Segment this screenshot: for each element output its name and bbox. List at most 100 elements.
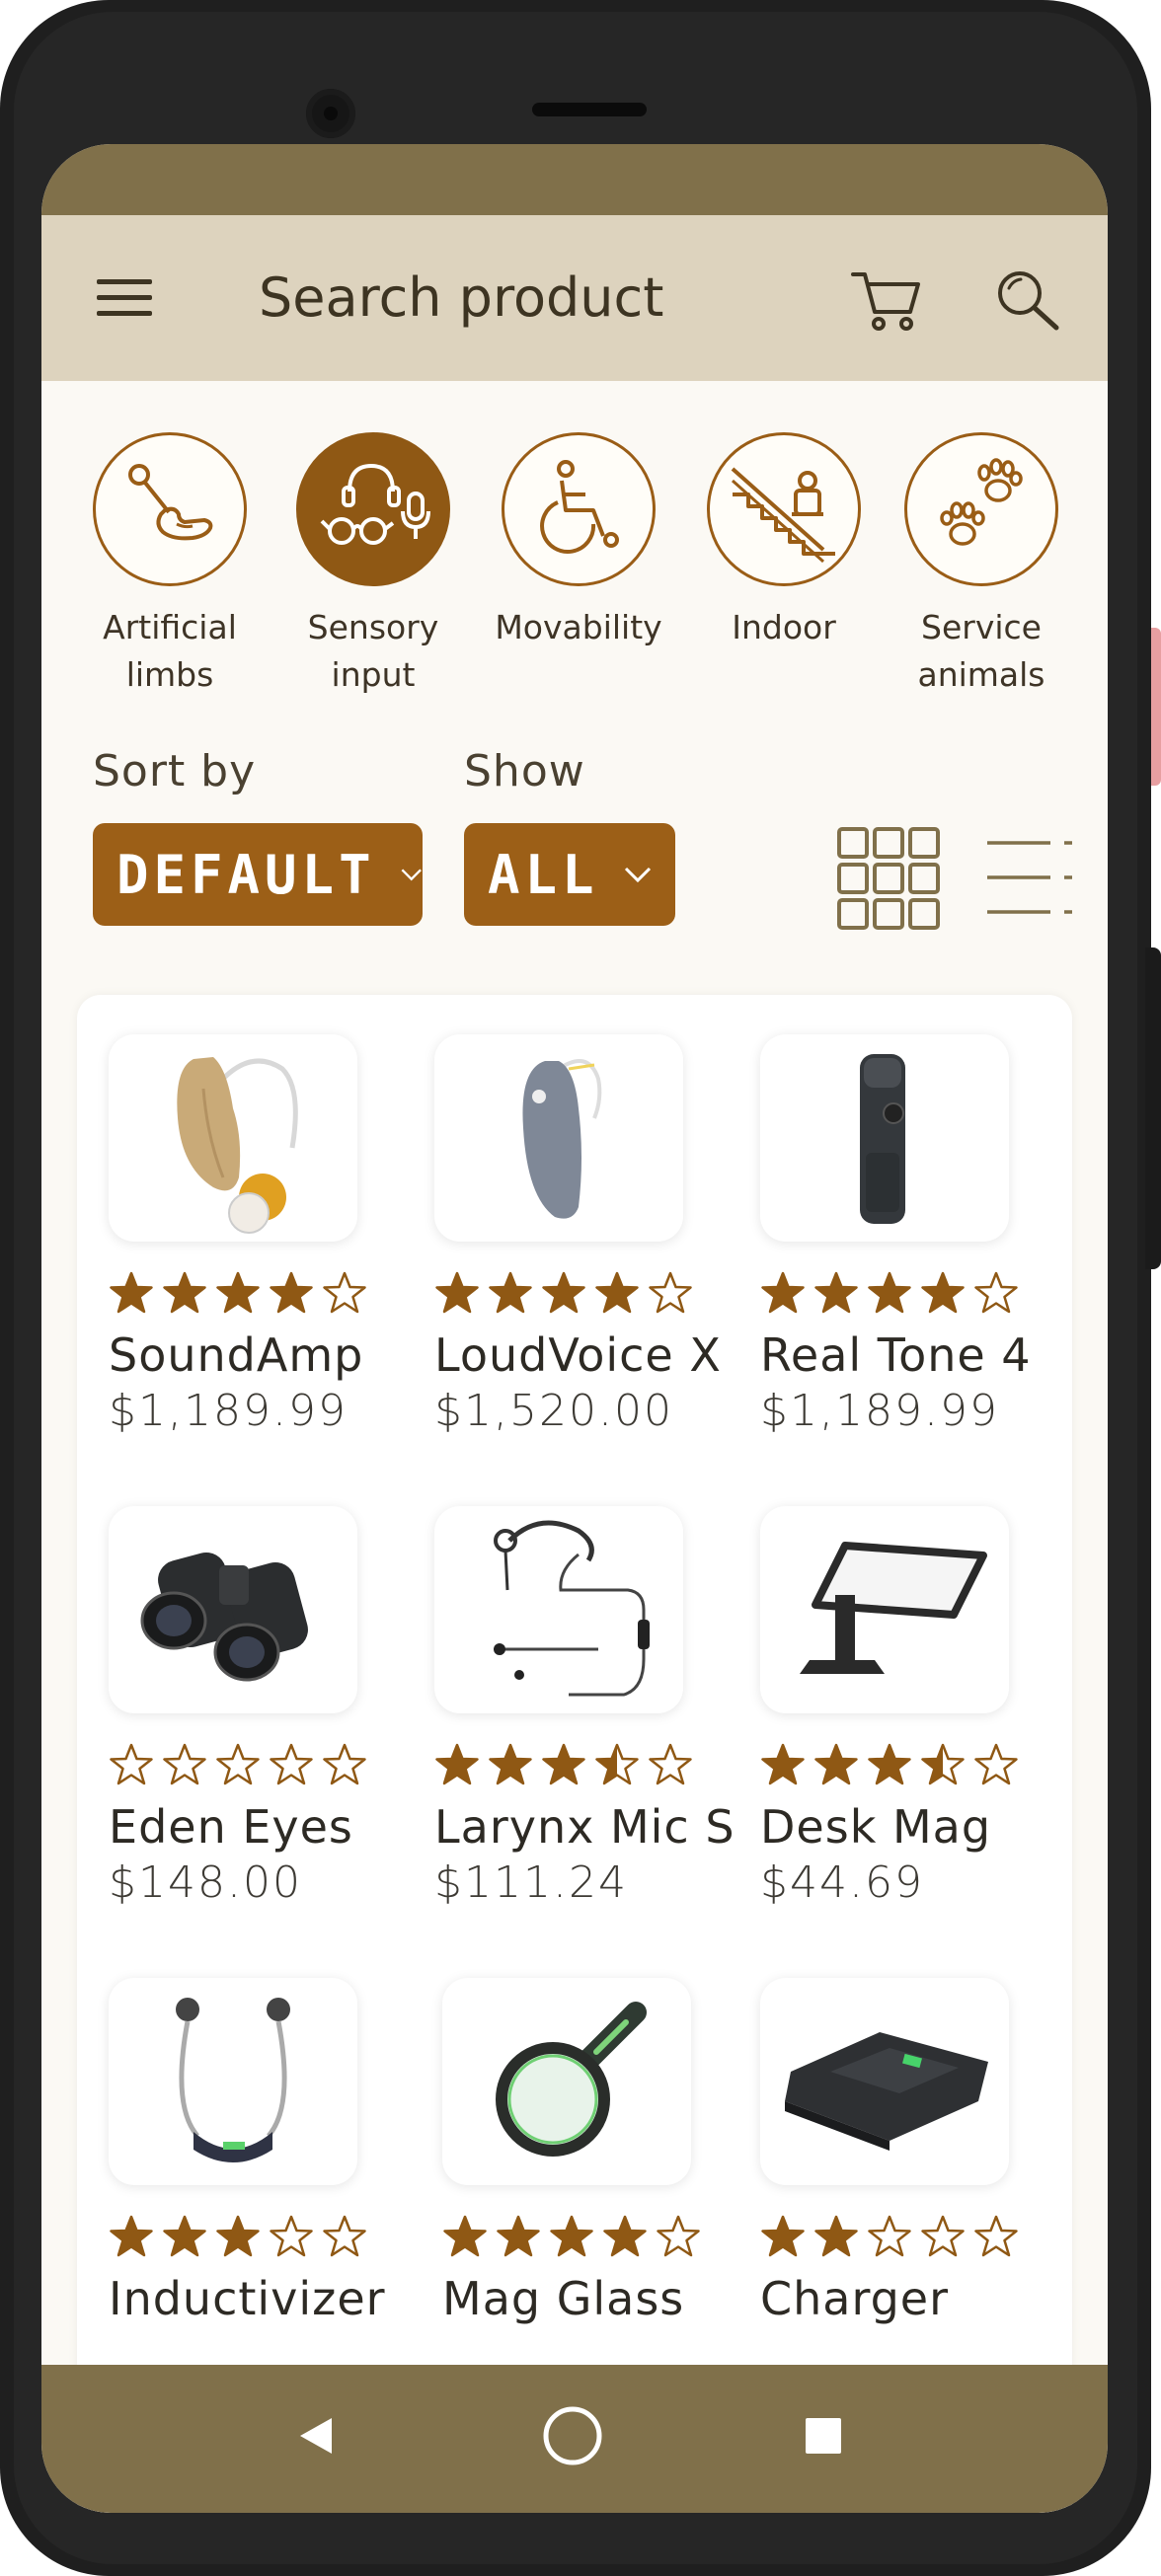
product-tile[interactable]: LoudVoice X $1,520.00 [434, 1034, 750, 1436]
product-name: Inductivizer [109, 2272, 386, 2325]
category-circle [707, 432, 861, 586]
star-empty-icon [649, 1271, 692, 1314]
star-filled-icon [163, 1271, 206, 1314]
rating-stars [109, 2215, 425, 2258]
star-filled-icon [110, 2215, 153, 2257]
stairlift-icon [731, 467, 835, 564]
star-filled-icon [435, 1743, 479, 1785]
star-empty-icon [323, 1271, 366, 1314]
star-filled-icon [542, 1271, 585, 1314]
hearing-aid-beige-icon [177, 1057, 298, 1234]
power-button [1151, 628, 1161, 786]
star-filled-icon [489, 1743, 532, 1785]
wheelchair-icon [540, 460, 619, 554]
product-name: Charger [760, 2272, 949, 2325]
grid-view-icon[interactable] [837, 827, 940, 930]
product-image [109, 1034, 357, 1242]
category-label: Movability [495, 608, 662, 646]
sort-dropdown[interactable]: DEFAULT [93, 823, 423, 926]
category-indoor[interactable]: Indoor [695, 432, 873, 651]
throat-mic-icon [494, 1520, 650, 1697]
category-sensory-input[interactable]: Sensory input [284, 432, 462, 699]
list-view-icon[interactable] [983, 835, 1074, 920]
sort-by-label: Sort by [93, 746, 257, 796]
desk-magnifier-icon [800, 1542, 987, 1674]
product-price: $44.69 [760, 1857, 924, 1908]
category-service-animals[interactable]: Service animals [892, 432, 1070, 699]
recents-icon[interactable] [804, 2416, 843, 2456]
star-empty-icon [649, 1743, 692, 1785]
neckloop-icon [176, 1998, 290, 2162]
category-artificial-limbs[interactable]: Artificial limbs [81, 432, 259, 699]
search-icon[interactable] [993, 266, 1062, 336]
star-filled-icon [814, 1271, 858, 1314]
navigation-bar [41, 2365, 1108, 2513]
product-tile[interactable]: Mag Glass [442, 1978, 758, 2329]
star-filled-icon [216, 2215, 260, 2257]
star-empty-icon [868, 2215, 911, 2257]
product-name: Eden Eyes [109, 1800, 353, 1854]
star-filled-icon [814, 1743, 858, 1785]
star-empty-icon [657, 2215, 700, 2257]
product-tile[interactable]: SoundAmp $1,189.99 [109, 1034, 425, 1436]
product-price: $111.24 [434, 1857, 628, 1908]
star-empty-icon [163, 1743, 206, 1785]
cart-icon[interactable] [847, 259, 926, 338]
star-empty-icon [974, 1743, 1018, 1785]
screen: Search product Artificial limbs Sensory … [41, 144, 1108, 2513]
home-icon[interactable] [541, 2404, 604, 2467]
star-filled-icon [761, 1271, 805, 1314]
product-price: $1,189.99 [109, 1386, 348, 1436]
show-dropdown[interactable]: ALL [464, 823, 675, 926]
star-filled-icon [921, 1271, 965, 1314]
product-image [109, 1978, 357, 2185]
front-camera [306, 89, 355, 138]
chevron-down-icon [401, 869, 422, 881]
binoculars-icon [140, 1552, 308, 1682]
pocket-amplifier-icon [860, 1054, 905, 1224]
category-circle [93, 432, 247, 586]
paw-prints-icon [940, 458, 1023, 546]
sort-value: DEFAULT [116, 843, 376, 906]
back-icon[interactable] [296, 2414, 336, 2458]
app-bar: Search product [41, 215, 1108, 381]
page-title: Search product [259, 266, 664, 329]
star-filled-icon [435, 1271, 479, 1314]
category-label: Indoor [732, 608, 836, 646]
category-circle [904, 432, 1058, 586]
magnifying-glass-icon [496, 2002, 647, 2157]
product-tile[interactable]: Charger [760, 1978, 1076, 2329]
star-filled-icon [216, 1271, 260, 1314]
product-price: $1,189.99 [760, 1386, 999, 1436]
category-movability[interactable]: Movability [490, 432, 667, 651]
rating-stars [109, 1271, 425, 1315]
star-filled-icon [761, 2215, 805, 2257]
product-tile[interactable]: Eden Eyes $148.00 [109, 1506, 425, 1908]
rating-stars [760, 1743, 1076, 1786]
star-empty-icon [270, 1743, 313, 1785]
volume-button [1145, 947, 1161, 1269]
product-name: Mag Glass [442, 2272, 685, 2325]
product-name: Larynx Mic S [434, 1800, 735, 1854]
product-tile[interactable]: Desk Mag $44.69 [760, 1506, 1076, 1908]
star-filled-icon [443, 2215, 487, 2257]
star-empty-icon [216, 1743, 260, 1785]
hamburger-menu-icon[interactable] [97, 270, 152, 326]
star-filled-icon [163, 2215, 206, 2257]
product-tile[interactable]: Inductivizer [109, 1978, 425, 2329]
product-tile[interactable]: Larynx Mic S $111.24 [434, 1506, 750, 1908]
product-tile[interactable]: Real Tone 4 $1,189.99 [760, 1034, 1076, 1436]
star-empty-icon [110, 1743, 153, 1785]
category-label: Sensory input [307, 608, 439, 694]
rating-stars [109, 1743, 425, 1786]
show-value: ALL [488, 843, 599, 906]
category-circle [296, 432, 450, 586]
product-name: LoudVoice X [434, 1328, 722, 1382]
product-price: $148.00 [109, 1857, 302, 1908]
rating-stars [760, 2215, 1076, 2258]
product-grid: SoundAmp $1,189.99 LoudVoice X $1,520.00 [77, 995, 1072, 2513]
rating-stars [434, 1743, 750, 1786]
product-price: $1,520.00 [434, 1386, 673, 1436]
hearing-aid-grey-icon [522, 1059, 602, 1219]
charger-icon [785, 2032, 988, 2151]
